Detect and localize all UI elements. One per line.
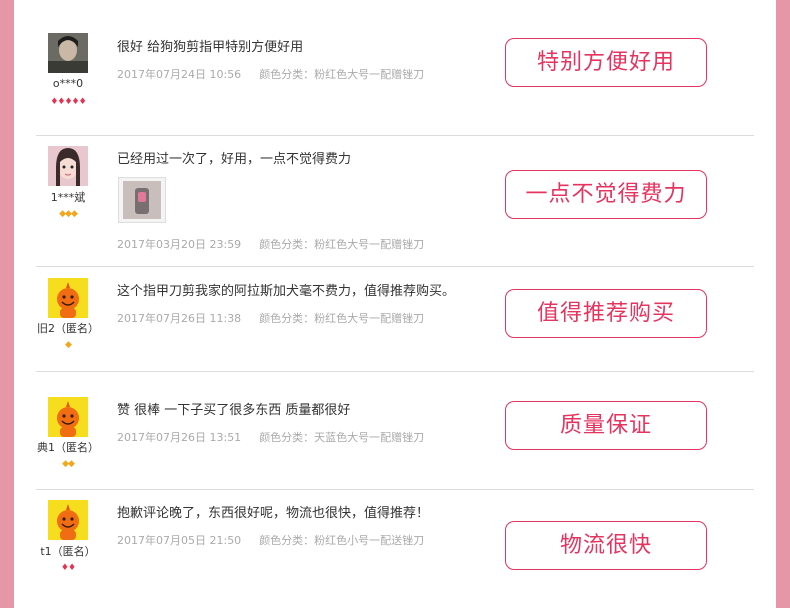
review-photo-thumbnail[interactable] [118, 177, 166, 223]
avatar[interactable] [48, 146, 88, 186]
review-meta: 2017年07月26日 11:38 颜色分类：粉红色大号一配赠锉刀 [117, 310, 424, 326]
review-variant: 颜色分类：粉红色大号一配赠锉刀 [259, 238, 425, 251]
avatar[interactable] [48, 500, 88, 540]
review-variant: 颜色分类：粉红色大号一配赠锉刀 [259, 312, 425, 325]
review-date: 2017年03月20日 23:59 [117, 238, 242, 251]
username[interactable]: 1***斌 [28, 189, 108, 205]
review-date: 2017年07月24日 10:56 [117, 68, 242, 81]
review-text: 这个指甲刀剪我家的阿拉斯加犬毫不费力，值得推荐购买。 [117, 284, 456, 299]
review-meta: 2017年07月05日 21:50 颜色分类：粉红色小号一配送锉刀 [117, 532, 424, 548]
divider [36, 266, 754, 267]
review-variant: 颜色分类：粉红色大号一配赠锉刀 [259, 68, 425, 81]
username[interactable]: t1（匿名） [28, 543, 108, 559]
tag-button[interactable]: 值得推荐购买 [505, 289, 707, 338]
username[interactable]: 典1（匿名） [28, 439, 108, 455]
buyer-level: ◆◆◆ [28, 209, 108, 219]
product-photo-icon [123, 181, 161, 219]
tag-button[interactable]: 质量保证 [505, 401, 707, 450]
anonymous-avatar-icon [48, 278, 88, 318]
red-gem-icon: ♦♦♦♦♦ [50, 97, 86, 107]
review-panel: o***0 ♦♦♦♦♦ 很好 给狗狗剪指甲特别方便好用 2017年07月24日 … [14, 0, 776, 608]
buyer-level: ◆◆ [28, 459, 108, 469]
gold-diamond-icon: ◆ [65, 340, 72, 350]
review-meta: 2017年03月20日 23:59 颜色分类：粉红色大号一配赠锉刀 [117, 236, 424, 252]
username[interactable]: o***0 [28, 77, 108, 90]
user-photo-icon [48, 146, 88, 186]
gold-diamond-icon: ◆◆ [62, 459, 75, 469]
tag-button[interactable]: 特别方便好用 [505, 38, 707, 87]
anonymous-avatar-icon [48, 397, 88, 437]
username[interactable]: 旧2（匿名） [28, 320, 108, 336]
review-text: 赞 很棒 一下子买了很多东西 质量都很好 [117, 403, 351, 418]
review-meta: 2017年07月24日 10:56 颜色分类：粉红色大号一配赠锉刀 [117, 66, 424, 82]
review-date: 2017年07月26日 13:51 [117, 431, 242, 444]
avatar[interactable] [48, 397, 88, 437]
review-variant: 颜色分类：粉红色小号一配送锉刀 [259, 534, 425, 547]
review-meta: 2017年07月26日 13:51 颜色分类：天蓝色大号一配赠锉刀 [117, 429, 424, 445]
anonymous-avatar-icon [48, 500, 88, 540]
buyer-level: ◆ [28, 340, 108, 350]
tag-button[interactable]: 物流很快 [505, 521, 707, 570]
review-date: 2017年07月05日 21:50 [117, 534, 242, 547]
avatar[interactable] [48, 278, 88, 318]
user-photo-icon [48, 33, 88, 73]
divider [36, 489, 754, 490]
avatar[interactable] [48, 33, 88, 73]
buyer-level: ♦♦ [28, 563, 108, 573]
red-gem-icon: ♦♦ [60, 563, 76, 573]
divider [36, 371, 754, 372]
tag-button[interactable]: 一点不觉得费力 [505, 170, 707, 219]
divider [36, 135, 754, 136]
buyer-level: ♦♦♦♦♦ [28, 97, 108, 107]
review-text: 已经用过一次了，好用，一点不觉得费力 [117, 152, 352, 167]
gold-diamond-icon: ◆◆◆ [59, 209, 78, 219]
review-text: 抱歉评论晚了，东西很好呢，物流也很快，值得推荐！ [117, 506, 430, 521]
review-date: 2017年07月26日 11:38 [117, 312, 242, 325]
review-variant: 颜色分类：天蓝色大号一配赠锉刀 [259, 431, 425, 444]
review-text: 很好 给狗狗剪指甲特别方便好用 [117, 40, 304, 55]
